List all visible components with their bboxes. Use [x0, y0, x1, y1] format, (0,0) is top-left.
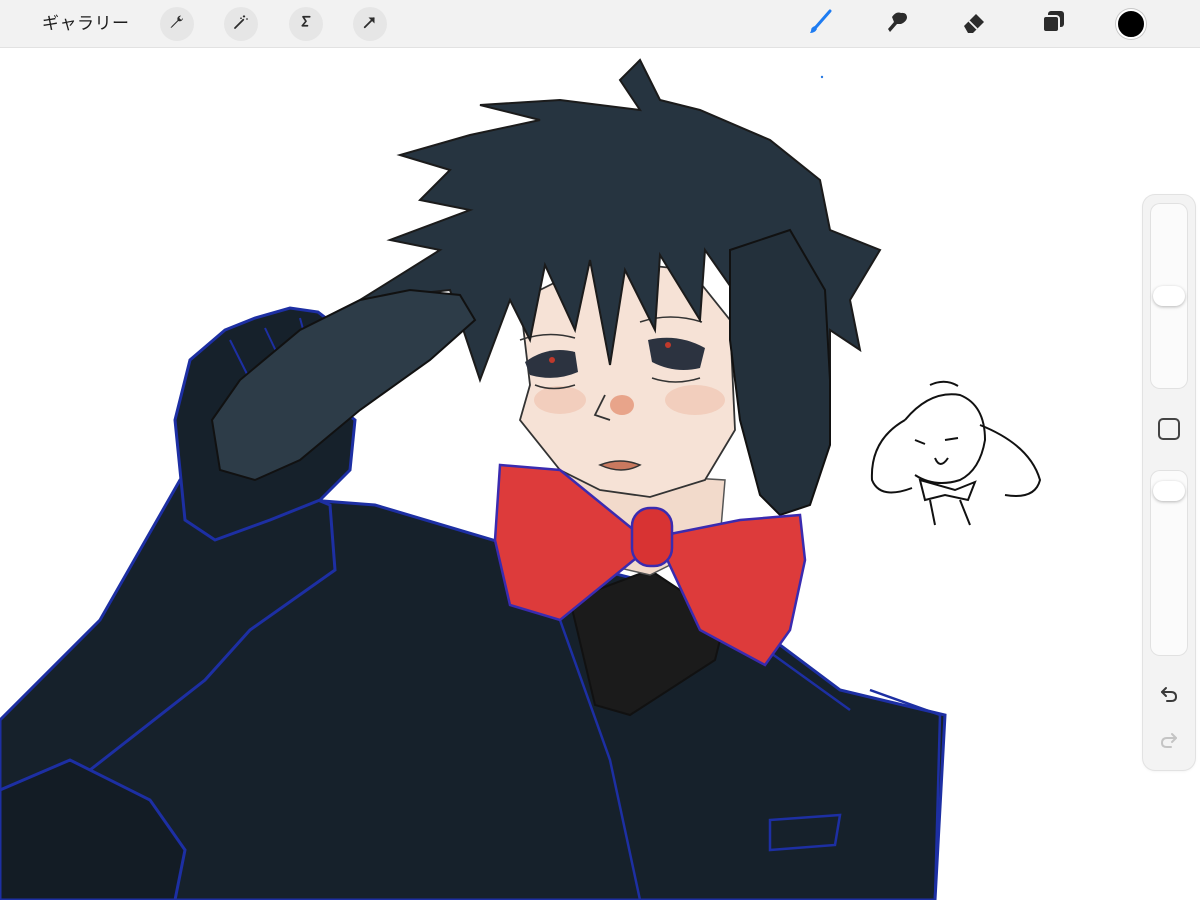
right-eye-highlight [665, 342, 671, 348]
redo-arrow-icon [1158, 729, 1180, 755]
top-toolbar: ギャラリー [0, 0, 1200, 48]
undo-arrow-icon [1158, 683, 1180, 709]
layers-icon [1039, 8, 1067, 40]
selection-button[interactable] [289, 7, 323, 41]
gallery-button[interactable]: ギャラリー [34, 8, 138, 40]
brush-icon [806, 8, 834, 40]
nose-shade [610, 395, 634, 415]
artwork [0, 58, 1042, 900]
procreate-app: ギャラリー [0, 0, 1200, 900]
blush-right [665, 385, 725, 415]
actions-button[interactable] [160, 7, 194, 41]
adjustments-button[interactable] [224, 7, 258, 41]
drawing-canvas[interactable] [0, 48, 1200, 900]
arrow-cursor-icon [361, 13, 379, 35]
color-picker-button[interactable] [1116, 9, 1146, 39]
right-ear-flap [729, 228, 831, 517]
brush-size-thumb[interactable] [1153, 286, 1185, 306]
smudge-button[interactable] [881, 8, 913, 40]
paint-button[interactable] [804, 8, 836, 40]
undo-button[interactable] [1155, 682, 1183, 710]
puppy-doodle [870, 380, 1042, 526]
brush-size-slider[interactable] [1150, 203, 1188, 389]
side-toolbar [1143, 195, 1195, 770]
stray-speck [820, 75, 824, 79]
modify-button[interactable] [1158, 418, 1180, 440]
wrench-icon [168, 13, 186, 35]
opacity-slider[interactable] [1150, 470, 1188, 656]
bow-tie-knot [630, 506, 674, 568]
blush-left [534, 386, 586, 414]
layers-button[interactable] [1037, 8, 1069, 40]
smudge-icon [883, 8, 911, 40]
selection-icon [297, 13, 315, 35]
transform-button[interactable] [353, 7, 387, 41]
redo-button[interactable] [1155, 728, 1183, 756]
eraser-icon [960, 8, 988, 40]
magic-wand-icon [232, 13, 250, 35]
left-eye-highlight [549, 357, 555, 363]
eraser-button[interactable] [958, 8, 990, 40]
opacity-thumb[interactable] [1153, 481, 1185, 501]
